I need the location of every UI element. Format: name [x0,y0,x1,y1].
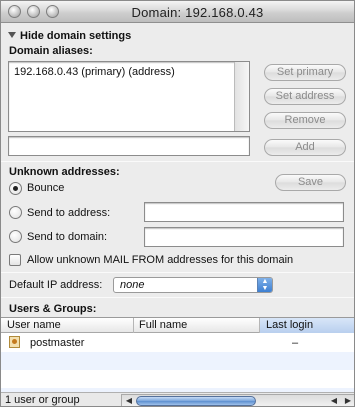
divider [1,297,354,298]
user-icon [9,336,20,348]
column-last-login[interactable]: Last login [260,318,354,333]
scroll-left-icon[interactable]: ◀ [327,395,341,406]
allow-unknown-mail-from-checkbox[interactable] [9,254,21,266]
aliases-scrollbar[interactable] [234,62,249,131]
table-row [1,352,354,370]
bounce-radio[interactable] [9,182,22,195]
send-to-address-label: Send to address: [27,207,111,219]
unknown-addresses-label: Unknown addresses: [9,166,120,178]
scroll-left-icon[interactable]: ◀ [122,395,136,406]
divider [1,161,354,162]
updown-arrows-icon: ▲ ▼ [257,278,272,292]
column-user-name[interactable]: User name [7,319,61,333]
title-bar: Domain: 192.168.0.43 [1,1,354,23]
send-to-domain-label: Send to domain: [27,231,108,243]
set-address-button[interactable]: Set address [264,88,346,105]
scroll-thumb[interactable] [136,396,256,406]
divider [1,272,354,273]
table-row[interactable]: postmaster – [1,334,354,352]
default-ip-label: Default IP address: [9,279,103,291]
bounce-label: Bounce [27,182,65,194]
users-table[interactable]: User name Full name Last login postmaste… [1,317,354,393]
domain-window: Domain: 192.168.0.43 Hide domain setting… [0,0,355,407]
user-name-cell: postmaster [30,337,85,349]
alias-input[interactable] [8,136,250,156]
users-groups-label: Users & Groups: [9,303,97,315]
table-header: User name Full name Last login [1,318,354,333]
add-button[interactable]: Add [264,139,346,156]
last-login-cell: – [292,337,299,349]
user-count-status: 1 user or group [5,394,80,406]
save-button[interactable]: Save [275,174,346,191]
default-ip-popup[interactable]: none ▲ ▼ [113,277,273,293]
hide-domain-settings-toggle[interactable]: Hide domain settings [8,30,131,42]
triangle-down-icon [8,32,16,38]
send-to-address-radio[interactable] [9,206,22,219]
disclosure-label: Hide domain settings [20,30,132,42]
set-primary-button[interactable]: Set primary [264,64,346,81]
window-title: Domain: 192.168.0.43 [131,5,264,20]
domain-aliases-label: Domain aliases: [9,45,93,57]
domain-aliases-list[interactable]: 192.168.0.43 (primary) (address) [8,61,250,132]
send-to-address-input[interactable] [144,202,344,222]
horizontal-scrollbar[interactable]: ◀ ◀ ▶ [121,394,354,406]
status-bar: 1 user or group ◀ ◀ ▶ [1,392,354,406]
allow-unknown-mail-from-label: Allow unknown MAIL FROM addresses for th… [27,254,294,266]
send-to-domain-radio[interactable] [9,230,22,243]
send-to-domain-input[interactable] [144,227,344,247]
remove-button[interactable]: Remove [264,112,346,129]
alias-item[interactable]: 192.168.0.43 (primary) (address) [14,66,175,78]
scroll-right-icon[interactable]: ▶ [341,395,354,406]
column-full-name[interactable]: Full name [139,319,187,333]
default-ip-value: none [120,279,145,291]
